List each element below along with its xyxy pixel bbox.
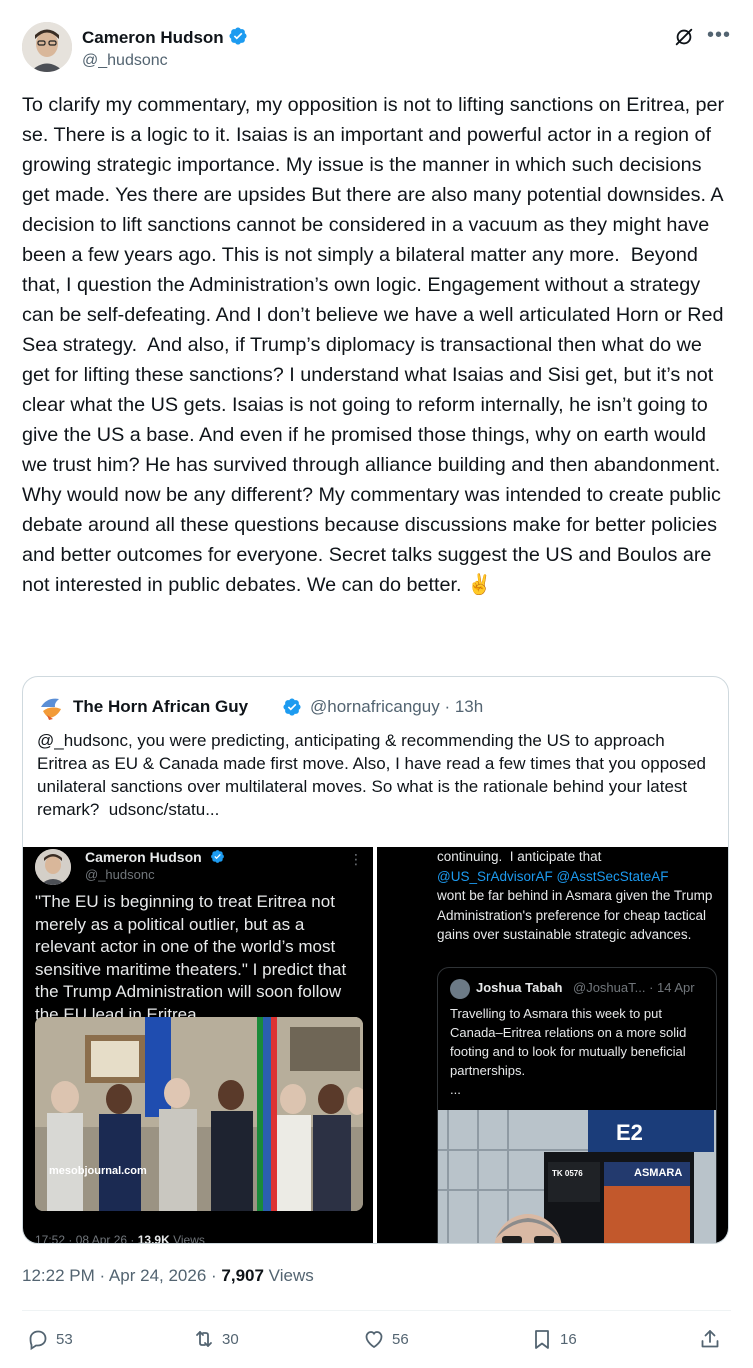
grok-icon[interactable] (673, 26, 695, 53)
action-divider (22, 1310, 731, 1311)
bookmark-count: 16 (560, 1330, 577, 1348)
gate-sign-text: E2 (616, 1120, 643, 1145)
tweet-text: To clarify my commentary, my opposition … (22, 94, 730, 596)
embedded-mention-1: @US_SrAdvisorAF (437, 868, 553, 884)
quoted-tweet-text: @_hudsonc, you were predicting, anticipa… (37, 731, 711, 819)
share-icon (701, 1330, 719, 1348)
embedded-author-avatar (35, 849, 71, 885)
embedded-tweet-time: 17:52 · 08 Apr 26 · (35, 1233, 138, 1244)
nested-author-avatar (450, 979, 470, 999)
flight-sign-text: TK 0576 (552, 1169, 583, 1178)
reply-icon (29, 1330, 47, 1351)
action-bar: 53 30 56 16 (22, 1326, 728, 1352)
reply-button[interactable]: 53 (26, 1326, 73, 1352)
author-name[interactable]: Cameron Hudson (82, 26, 248, 48)
embedded-text-top: continuing. I anticipate that (437, 849, 602, 864)
quoted-tweet-header: The Horn African Guy @hornafricanguy · 1… (37, 693, 717, 723)
reply-count: 53 (56, 1330, 73, 1348)
like-count: 56 (392, 1330, 409, 1348)
author-handle[interactable]: @_hudsonc (82, 52, 168, 70)
author-name-text[interactable]: Cameron Hudson (82, 28, 224, 47)
media-image-left[interactable]: Cameron Hudson @_hudsonc ⋮ "The EU is be… (23, 847, 373, 1244)
repost-button[interactable]: 30 (192, 1326, 239, 1352)
photo-watermark: mesobjournal.com (49, 1165, 147, 1177)
embedded-tweet-text-right: continuing. I anticipate that @US_SrAdvi… (437, 847, 727, 945)
embedded-tweet-views-count: 13.9K (137, 1233, 170, 1244)
embedded-verified-badge-icon (211, 850, 224, 863)
nested-author-handle: @JoshuaT... · 14 Apr (573, 980, 695, 995)
author-avatar[interactable] (22, 22, 72, 72)
tweet-time[interactable]: 12:22 PM · Apr 24, 2026 · (22, 1266, 221, 1285)
like-button[interactable]: 56 (362, 1326, 409, 1352)
embedded-photo: mesobjournal.com (35, 1017, 363, 1211)
embedded-tweet-meta: 17:52 · 08 Apr 26 · 13.9K Views (35, 1233, 205, 1244)
verified-badge-icon (229, 27, 247, 45)
embedded-tweet-views-label: Views (169, 1233, 205, 1244)
bookmark-icon (535, 1330, 549, 1349)
quoted-author-avatar[interactable] (37, 693, 67, 723)
embedded-text-bottom: wont be far behind in Asmara given the T… (437, 888, 716, 942)
embedded-author-handle: @_hudsonc (85, 867, 155, 882)
nested-photo: E2 TK 0576 ASMARA (438, 1110, 716, 1243)
embedded-nested-quote: Joshua Tabah @JoshuaT... · 14 Apr Travel… (437, 967, 717, 1243)
nested-author-name: Joshua Tabah (476, 980, 563, 995)
bookmark-button[interactable]: 16 (530, 1326, 577, 1352)
embedded-tweet-text: "The EU is beginning to treat Eritrea no… (35, 892, 351, 1024)
quoted-verified-badge-icon (283, 698, 301, 716)
repost-count: 30 (222, 1330, 239, 1348)
quoted-tweet-media[interactable]: Cameron Hudson @_hudsonc ⋮ "The EU is be… (23, 847, 728, 1244)
quoted-author-name[interactable]: The Horn African Guy (73, 697, 248, 717)
city-sign-text: ASMARA (634, 1167, 682, 1179)
embedded-more-icon: ⋮ (349, 851, 363, 867)
embedded-author-name: Cameron Hudson (85, 849, 202, 865)
tweet-views-label: Views (263, 1266, 314, 1285)
embedded-mention-2: @AsstSecStateAF (556, 868, 669, 884)
quoted-author-handle[interactable]: @hornafricanguy · 13h (310, 697, 483, 717)
quoted-tweet-card[interactable]: The Horn African Guy @hornafricanguy · 1… (22, 676, 729, 1244)
nested-tweet-text: Travelling to Asmara this week to put Ca… (450, 1006, 687, 1097)
tweet-header: Cameron Hudson @_hudsonc ••• (22, 22, 735, 74)
share-button[interactable] (698, 1326, 728, 1352)
more-options-icon[interactable]: ••• (707, 24, 731, 47)
tweet-timestamp[interactable]: 12:22 PM · Apr 24, 2026 · 7,907 Views (22, 1266, 314, 1286)
heart-icon (365, 1331, 383, 1349)
media-image-right[interactable]: continuing. I anticipate that @US_SrAdvi… (377, 847, 728, 1243)
tweet-views-count: 7,907 (221, 1266, 264, 1285)
repost-icon (196, 1331, 212, 1347)
